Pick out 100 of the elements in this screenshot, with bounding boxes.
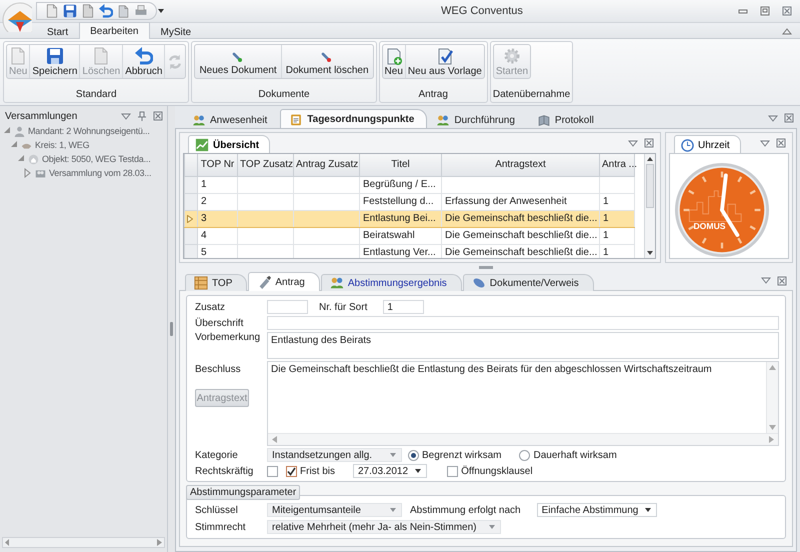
- dropdown-field[interactable]: Miteigentumsanteile: [267, 503, 402, 517]
- dropdown-icon[interactable]: [121, 112, 131, 120]
- dropdown-icon[interactable]: [761, 276, 771, 285]
- dropdown-icon[interactable]: [768, 114, 778, 122]
- tree-item[interactable]: Mandant: 2 Wohnungseigentü...: [28, 126, 150, 136]
- scrollbar[interactable]: [2, 537, 165, 548]
- dropdown-field[interactable]: Instandsetzungen allg.: [267, 448, 402, 462]
- scroll-right-icon[interactable]: [769, 436, 774, 443]
- pen-icon: [257, 275, 272, 289]
- caret-icon: [644, 507, 652, 513]
- pin-icon[interactable]: [137, 111, 147, 121]
- checkbox[interactable]: [267, 466, 278, 476]
- text-area-value: Die Gemeinschaft beschließt die Entlastung des Beirats für den abgeschlossen Wirtschaftszeitraum: [271, 364, 712, 375]
- group-label: Antrag: [418, 89, 448, 100]
- pane-tab[interactable]: Übersicht: [188, 135, 270, 154]
- ribbon-button[interactable]: Speichern: [30, 45, 80, 78]
- splitter-handle[interactable]: [479, 266, 493, 268]
- ribbon-button[interactable]: Neu aus Vorlage: [406, 45, 484, 78]
- pane-title: Versammlungen: [5, 110, 78, 122]
- table-cell: 1: [603, 213, 609, 224]
- tree-item[interactable]: Kreis: 1, WEG: [35, 140, 90, 150]
- printer-icon[interactable]: [134, 4, 148, 18]
- close-icon[interactable]: [777, 276, 787, 286]
- ribbon-button[interactable]: Neues Dokument: [195, 45, 282, 78]
- ribbon-tab[interactable]: MySite: [150, 23, 202, 39]
- field-label: Stimmrecht: [195, 522, 247, 532]
- collapse-arrow-icon[interactable]: [3, 126, 11, 136]
- column-header[interactable]: Antragstext: [442, 154, 600, 176]
- table-cell: Erfassung der Anwesenheit: [445, 196, 567, 207]
- detail-tab[interactable]: Dokumente/Verweis: [462, 274, 594, 291]
- table-cell: Die Gemeinschaft beschließt die...: [445, 247, 598, 258]
- input-field[interactable]: 1: [383, 300, 424, 314]
- radio-button[interactable]: [519, 450, 530, 460]
- text-area[interactable]: Entlastung des Beirats: [267, 332, 779, 359]
- column-header[interactable]: Antrag Zusatz: [294, 154, 360, 176]
- person-icon: [14, 126, 25, 136]
- caret-icon[interactable]: [157, 8, 165, 14]
- dropdown-field[interactable]: Einfache Abstimmung: [536, 503, 658, 517]
- ribbon-button[interactable]: Dokument löschen: [282, 45, 373, 78]
- radio-button[interactable]: [408, 450, 419, 460]
- scroll-right-icon[interactable]: [157, 539, 162, 546]
- table-cell: 1: [603, 196, 609, 207]
- scroll-down-icon[interactable]: [647, 251, 653, 255]
- undo-icon[interactable]: [99, 4, 113, 18]
- document-tab[interactable]: Durchführung: [427, 111, 528, 129]
- scroll-left-icon[interactable]: [5, 539, 10, 546]
- dropdown-icon[interactable]: [628, 138, 638, 148]
- collapse-arrow-icon[interactable]: [10, 140, 18, 150]
- document-plus-icon: [384, 47, 403, 65]
- field-label: Kategorie: [195, 450, 239, 460]
- close-icon[interactable]: [153, 111, 163, 121]
- scroll-up-icon[interactable]: [647, 157, 653, 161]
- input-field[interactable]: [267, 316, 779, 330]
- column-header[interactable]: TOP Nr: [198, 154, 238, 176]
- document-tab[interactable]: Anwesenheit: [183, 111, 280, 129]
- collapse-arrow-icon[interactable]: [17, 154, 25, 164]
- maximize-icon[interactable]: [760, 6, 770, 16]
- document-tab[interactable]: Protokoll: [528, 111, 607, 129]
- close-icon[interactable]: [644, 138, 654, 148]
- save-icon[interactable]: [63, 4, 77, 18]
- pane-tab[interactable]: Uhrzeit: [674, 135, 741, 154]
- column-header[interactable]: Antra ...: [600, 154, 634, 176]
- ribbon-tab[interactable]: Bearbeiten: [79, 22, 150, 39]
- table-cell: Die Gemeinschaft beschließt die...: [445, 213, 598, 224]
- check-icon: [287, 466, 296, 476]
- table-cell: 4: [201, 230, 207, 241]
- close-icon[interactable]: [776, 138, 786, 148]
- tree-item[interactable]: Versammlung vom 28.03...: [49, 168, 152, 178]
- tree-item[interactable]: Objekt: 5050, WEG Testda...: [42, 154, 150, 164]
- input-field[interactable]: [267, 300, 308, 314]
- expand-arrow-icon[interactable]: [24, 168, 32, 178]
- document-tab[interactable]: Tagesordnungspunkte: [280, 109, 428, 129]
- dropdown-icon[interactable]: [760, 138, 770, 148]
- people-icon: [330, 276, 344, 290]
- collapse-icon[interactable]: [782, 26, 792, 34]
- scroll-left-icon[interactable]: [272, 436, 277, 443]
- detail-tab[interactable]: Abstimmungsergebnis: [320, 274, 462, 291]
- chart-icon: [195, 138, 209, 152]
- ribbon-tab[interactable]: Start: [36, 23, 80, 39]
- checkbox[interactable]: [286, 466, 297, 476]
- column-header[interactable]: Titel: [360, 154, 442, 176]
- field-label: Vorbemerkung: [195, 332, 261, 343]
- dropdown-field[interactable]: relative Mehrheit (mehr Ja- als Nein-Stimmen): [267, 520, 501, 534]
- text-area[interactable]: Die Gemeinschaft beschließt die Entlastung des Beirats für den abgeschlossen Wirtschaftszeitraum: [267, 361, 779, 446]
- field-label: Abstimmung erfolgt nach: [410, 504, 521, 516]
- splitter-handle[interactable]: [170, 322, 173, 336]
- detail-tab[interactable]: Antrag: [248, 272, 320, 291]
- table-cell: 1: [201, 179, 207, 190]
- scrollbar[interactable]: [644, 154, 655, 258]
- document-icon[interactable]: [45, 3, 59, 19]
- close-icon[interactable]: [782, 6, 792, 16]
- detail-tab[interactable]: TOP: [185, 274, 248, 291]
- document-icon[interactable]: [81, 3, 95, 19]
- column-header[interactable]: TOP Zusatz: [238, 154, 294, 176]
- close-icon[interactable]: [784, 113, 794, 123]
- ribbon-button[interactable]: Abbruch: [123, 45, 166, 78]
- document-check-icon: [436, 47, 454, 65]
- ribbon-button[interactable]: Neu: [382, 45, 406, 78]
- checkbox[interactable]: [447, 466, 458, 476]
- dropdown-field[interactable]: 27.03.2012: [353, 464, 428, 478]
